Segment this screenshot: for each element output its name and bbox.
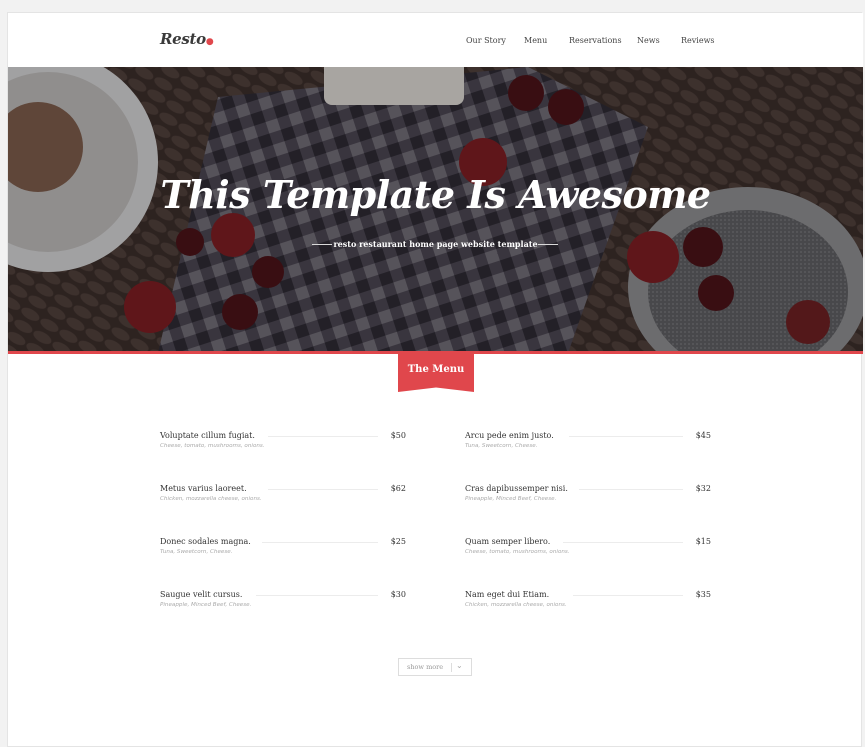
- show-more-divider: [451, 663, 452, 672]
- menu-item-leader: [268, 436, 378, 437]
- menu-item-desc: Cheese, tomato, mushrooms, onions.: [465, 549, 570, 555]
- menu-item-name: Cras dapibussemper nisi.: [465, 484, 568, 493]
- menu-item-name: Quam semper libero.: [465, 537, 551, 546]
- menu-item: Quam semper libero. $15 Cheese, tomato, …: [465, 537, 711, 567]
- menu-item-leader: [573, 595, 683, 596]
- menu-item-price: $62: [390, 484, 406, 493]
- menu-item-leader: [569, 436, 683, 437]
- header: Resto● Our Story Menu Reservations News …: [8, 13, 863, 67]
- menu-item: Voluptate cillum fugiat. $50 Cheese, tom…: [160, 431, 406, 461]
- show-more-label: show more: [407, 663, 444, 671]
- menu-item-desc: Cheese, tomato, mushrooms, onions.: [160, 443, 265, 449]
- menu-item-name: Donec sodales magna.: [160, 537, 251, 546]
- hero-title: This Template Is Awesome: [160, 172, 711, 217]
- menu-item-desc: Pineapple, Minced Beef, Cheese.: [160, 602, 252, 608]
- menu-item-leader: [563, 542, 683, 543]
- menu-item-desc: Tuna, Sweetcorn, Cheese.: [160, 549, 233, 555]
- nav-reviews[interactable]: Reviews: [681, 36, 715, 45]
- nav-reservations[interactable]: Reservations: [569, 36, 622, 45]
- menu-item-leader: [256, 595, 378, 596]
- menu-item: Cras dapibussemper nisi. $32 Pineapple, …: [465, 484, 711, 514]
- menu-item-name: Nam eget dui Etiam.: [465, 590, 550, 599]
- menu-item: Donec sodales magna. $25 Tuna, Sweetcorn…: [160, 537, 406, 567]
- menu-item-price: $35: [695, 590, 711, 599]
- menu-item-leader: [579, 489, 683, 490]
- menu-ribbon: The Menu: [398, 354, 474, 392]
- accent-rule: [8, 351, 863, 354]
- menu-item: Saugue velit cursus. $30 Pineapple, Minc…: [160, 590, 406, 620]
- nav-our-story[interactable]: Our Story: [466, 36, 506, 45]
- menu-item: Metus varius laoreet. $62 Chicken, mozza…: [160, 484, 406, 514]
- menu-item-name: Voluptate cillum fugiat.: [160, 431, 255, 440]
- menu-item: Nam eget dui Etiam. $35 Chicken, mozzare…: [465, 590, 711, 620]
- nav-news[interactable]: News: [637, 36, 660, 45]
- menu-item-price: $25: [390, 537, 406, 546]
- nav-menu[interactable]: Menu: [524, 36, 547, 45]
- menu-item-leader: [268, 489, 378, 490]
- hero-divider-right: [538, 244, 558, 245]
- menu-item-desc: Pineapple, Minced Beef, Cheese.: [465, 496, 557, 502]
- hero-subtitle: resto restaurant home page website templ…: [333, 239, 538, 249]
- menu-item-price: $45: [695, 431, 711, 440]
- hero-banner: This Template Is Awesome resto restauran…: [8, 67, 863, 353]
- logo-text: Resto: [160, 30, 206, 48]
- logo-dot: ●: [205, 37, 214, 47]
- menu-item-desc: Tuna, Sweetcorn, Cheese.: [465, 443, 538, 449]
- menu-item-price: $32: [695, 484, 711, 493]
- menu-item-price: $15: [695, 537, 711, 546]
- menu-item-name: Saugue velit cursus.: [160, 590, 243, 599]
- menu-item-desc: Chicken, mozzarella cheese, onions.: [465, 602, 567, 608]
- menu-item-leader: [262, 542, 378, 543]
- menu-item-name: Arcu pede enim justo.: [465, 431, 554, 440]
- menu-item-price: $50: [390, 431, 406, 440]
- menu-item-price: $30: [390, 590, 406, 599]
- chevron-down-icon: ⌄: [456, 661, 463, 670]
- menu-item-name: Metus varius laoreet.: [160, 484, 247, 493]
- menu-item: Arcu pede enim justo. $45 Tuna, Sweetcor…: [465, 431, 711, 461]
- logo[interactable]: Resto●: [160, 30, 214, 48]
- menu-item-desc: Chicken, mozzarella cheese, onions.: [160, 496, 262, 502]
- show-more-button[interactable]: show more ⌄: [398, 658, 472, 676]
- page: Resto● Our Story Menu Reservations News …: [7, 12, 863, 747]
